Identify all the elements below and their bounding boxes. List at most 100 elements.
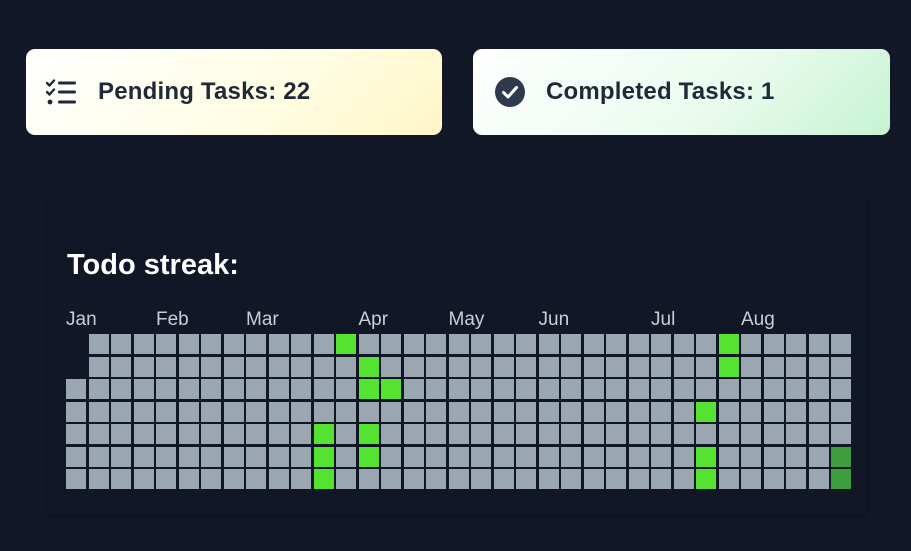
- streak-cell[interactable]: [313, 379, 334, 399]
- streak-cell[interactable]: [201, 334, 221, 354]
- streak-cell[interactable]: [336, 356, 356, 377]
- streak-cell[interactable]: [156, 401, 176, 422]
- streak-cell[interactable]: [516, 424, 536, 444]
- streak-cell[interactable]: [336, 469, 356, 489]
- streak-cell[interactable]: [246, 334, 266, 354]
- streak-cell[interactable]: [448, 379, 469, 399]
- streak-cell[interactable]: [718, 379, 739, 399]
- streak-cell[interactable]: [696, 334, 716, 354]
- streak-cell[interactable]: [178, 356, 199, 377]
- streak-cell[interactable]: [606, 446, 626, 467]
- streak-cell[interactable]: [651, 334, 671, 354]
- streak-cell[interactable]: [246, 469, 266, 489]
- streak-cell[interactable]: [718, 356, 739, 377]
- streak-cell[interactable]: [493, 334, 514, 354]
- streak-cell[interactable]: [448, 356, 469, 377]
- streak-cell[interactable]: [786, 379, 806, 399]
- streak-cell[interactable]: [201, 356, 221, 377]
- streak-cell[interactable]: [178, 469, 199, 489]
- streak-cell[interactable]: [88, 469, 109, 489]
- streak-cell[interactable]: [471, 401, 491, 422]
- streak-cell[interactable]: [88, 356, 109, 377]
- streak-cell[interactable]: [673, 424, 694, 444]
- streak-cell[interactable]: [156, 356, 176, 377]
- streak-cell[interactable]: [831, 334, 851, 354]
- streak-cell[interactable]: [426, 446, 446, 467]
- streak-cell[interactable]: [786, 334, 806, 354]
- streak-cell[interactable]: [808, 334, 829, 354]
- streak-cell[interactable]: [358, 401, 379, 422]
- streak-cell[interactable]: [673, 356, 694, 377]
- streak-cell[interactable]: [696, 356, 716, 377]
- streak-cell[interactable]: [403, 424, 424, 444]
- streak-cell[interactable]: [246, 356, 266, 377]
- streak-cell[interactable]: [538, 379, 559, 399]
- streak-cell[interactable]: [223, 334, 244, 354]
- streak-cell[interactable]: [538, 424, 559, 444]
- streak-cell[interactable]: [561, 379, 581, 399]
- streak-cell[interactable]: [516, 334, 536, 354]
- streak-cell[interactable]: [628, 446, 649, 467]
- streak-cell[interactable]: [538, 401, 559, 422]
- streak-cell[interactable]: [718, 334, 739, 354]
- streak-cell[interactable]: [201, 379, 221, 399]
- streak-cell[interactable]: [156, 334, 176, 354]
- streak-cell[interactable]: [426, 334, 446, 354]
- streak-cell[interactable]: [516, 469, 536, 489]
- streak-cell[interactable]: [133, 446, 154, 467]
- streak-cell[interactable]: [156, 379, 176, 399]
- streak-cell[interactable]: [493, 446, 514, 467]
- streak-cell[interactable]: [381, 401, 401, 422]
- streak-cell[interactable]: [741, 446, 761, 467]
- streak-cell[interactable]: [516, 401, 536, 422]
- streak-cell[interactable]: [696, 424, 716, 444]
- pending-tasks-card[interactable]: Pending Tasks: 22: [26, 49, 442, 135]
- streak-cell[interactable]: [831, 469, 851, 489]
- streak-cell[interactable]: [403, 356, 424, 377]
- streak-cell[interactable]: [651, 379, 671, 399]
- streak-cell[interactable]: [178, 334, 199, 354]
- streak-cell[interactable]: [696, 379, 716, 399]
- streak-cell[interactable]: [403, 379, 424, 399]
- streak-cell[interactable]: [651, 356, 671, 377]
- streak-cell[interactable]: [156, 446, 176, 467]
- streak-cell[interactable]: [313, 401, 334, 422]
- streak-cell[interactable]: [831, 379, 851, 399]
- streak-cell[interactable]: [178, 379, 199, 399]
- streak-cell[interactable]: [291, 401, 311, 422]
- streak-cell[interactable]: [471, 424, 491, 444]
- streak-cell[interactable]: [313, 334, 334, 354]
- streak-cell[interactable]: [763, 356, 784, 377]
- streak-cell[interactable]: [741, 424, 761, 444]
- streak-cell[interactable]: [718, 401, 739, 422]
- streak-cell[interactable]: [516, 446, 536, 467]
- streak-cell[interactable]: [606, 379, 626, 399]
- completed-tasks-card[interactable]: Completed Tasks: 1: [473, 49, 890, 135]
- streak-cell[interactable]: [403, 446, 424, 467]
- streak-cell[interactable]: [291, 379, 311, 399]
- streak-cell[interactable]: [493, 379, 514, 399]
- streak-cell[interactable]: [718, 469, 739, 489]
- streak-cell[interactable]: [201, 401, 221, 422]
- streak-cell[interactable]: [336, 334, 356, 354]
- streak-cell[interactable]: [268, 334, 289, 354]
- streak-cell[interactable]: [651, 446, 671, 467]
- streak-cell[interactable]: [111, 356, 131, 377]
- streak-cell[interactable]: [426, 379, 446, 399]
- streak-cell[interactable]: [831, 424, 851, 444]
- streak-cell[interactable]: [786, 356, 806, 377]
- streak-cell[interactable]: [583, 401, 604, 422]
- streak-cell[interactable]: [696, 401, 716, 422]
- streak-cell[interactable]: [66, 424, 86, 444]
- streak-cell[interactable]: [831, 401, 851, 422]
- streak-cell[interactable]: [336, 401, 356, 422]
- streak-cell[interactable]: [493, 424, 514, 444]
- streak-cell[interactable]: [358, 356, 379, 377]
- streak-cell[interactable]: [583, 356, 604, 377]
- streak-cell[interactable]: [426, 469, 446, 489]
- streak-cell[interactable]: [808, 356, 829, 377]
- streak-cell[interactable]: [268, 446, 289, 467]
- streak-cell[interactable]: [156, 424, 176, 444]
- streak-cell[interactable]: [808, 379, 829, 399]
- streak-cell[interactable]: [606, 469, 626, 489]
